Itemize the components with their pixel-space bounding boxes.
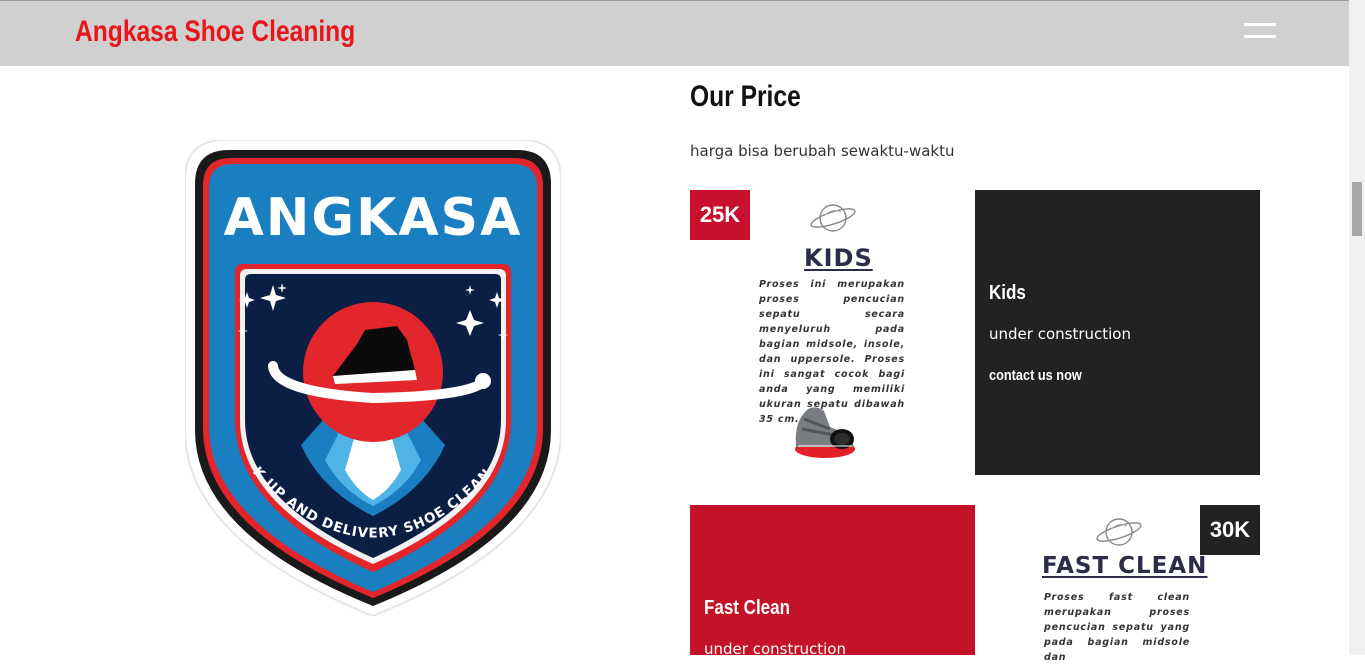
contact-us-link[interactable]: contact us now bbox=[989, 367, 1082, 384]
hamburger-menu-icon[interactable] bbox=[1244, 23, 1276, 39]
scrollbar-thumb[interactable] bbox=[1352, 182, 1362, 236]
section-subtitle: harga bisa berubah sewaktu-waktu bbox=[690, 142, 955, 160]
kids-shoe-image bbox=[790, 401, 860, 461]
price-badge-fast-clean: 30K bbox=[1200, 505, 1260, 555]
price-badge-kids: 25K bbox=[690, 190, 750, 240]
card-heading-fast-clean: FAST CLEAN bbox=[1042, 553, 1208, 579]
info-title-fast-clean: Fast Clean bbox=[704, 597, 790, 619]
angkasa-logo: ANGKASA PICK UP AND DELIVERY SHOE CLEANI… bbox=[179, 128, 562, 618]
info-title-kids: Kids bbox=[989, 282, 1026, 304]
logo-wordmark: ANGKASA bbox=[224, 188, 523, 248]
planet-icon bbox=[808, 198, 858, 236]
info-text-fast-clean: under construction bbox=[704, 640, 846, 658]
card-heading-kids: KIDS bbox=[804, 244, 873, 272]
planet-icon bbox=[1094, 512, 1144, 550]
page-scrollbar[interactable] bbox=[1349, 0, 1365, 655]
info-card-kids: Kids under construction contact us now bbox=[975, 190, 1260, 475]
info-text-kids: under construction bbox=[989, 325, 1131, 343]
card-description-fast-clean: Proses fast clean merupakan proses pencu… bbox=[1044, 592, 1190, 663]
section-title: Our Price bbox=[690, 80, 801, 113]
top-navbar: Angkasa Shoe Cleaning bbox=[0, 0, 1349, 66]
brand-title[interactable]: Angkasa Shoe Cleaning bbox=[75, 15, 355, 49]
info-card-fast-clean: Fast Clean under construction bbox=[690, 505, 975, 658]
